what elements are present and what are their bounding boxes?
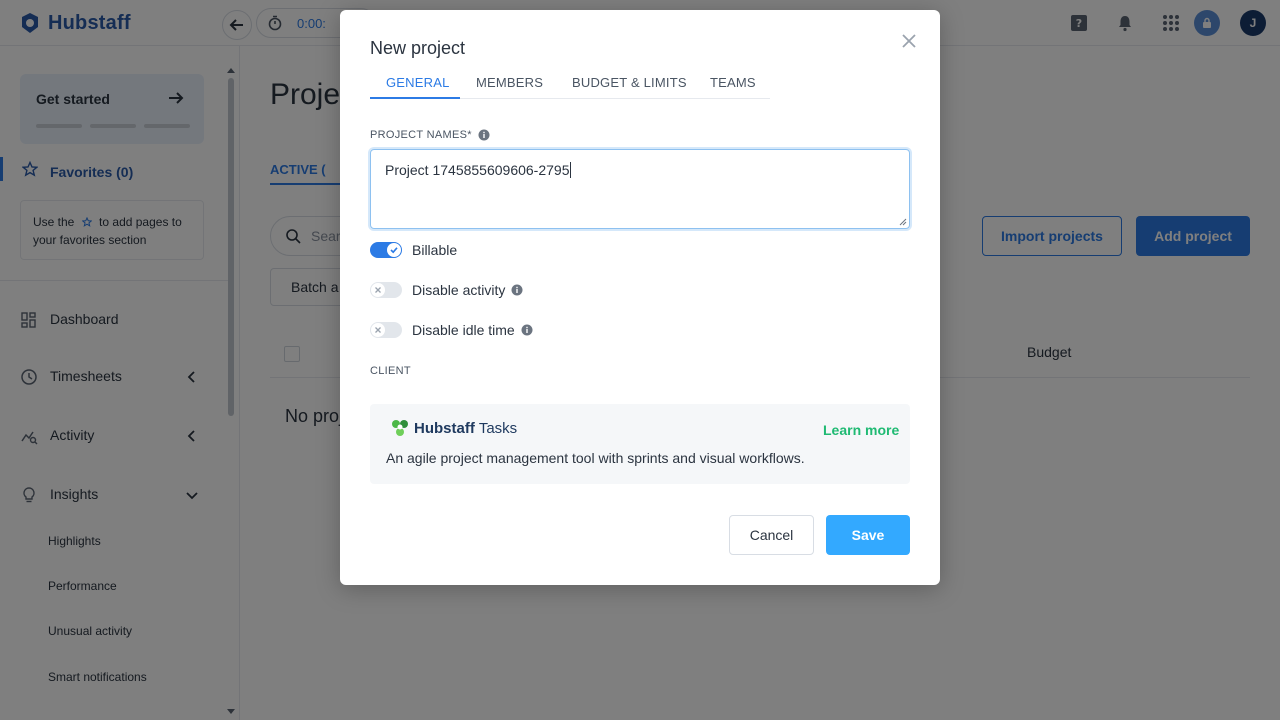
- learn-more-link[interactable]: Learn more: [823, 422, 899, 438]
- text-caret: [569, 162, 571, 178]
- toggle-knob: [387, 243, 401, 257]
- modal-title: New project: [370, 38, 466, 58]
- tab-members[interactable]: MEMBERS: [476, 75, 543, 90]
- billable-toggle-row: Billable: [370, 239, 457, 261]
- save-button[interactable]: Save: [826, 515, 910, 555]
- cancel-button[interactable]: Cancel: [729, 515, 814, 555]
- disable-idle-time-label: Disable idle time: [412, 322, 515, 338]
- disable-idle-time-toggle[interactable]: [370, 322, 402, 338]
- tasks-description: An agile project management tool with sp…: [386, 450, 805, 466]
- resize-handle-icon[interactable]: [899, 218, 907, 226]
- hubstaff-tasks-promo: Hubstaff Tasks Learn more An agile proje…: [370, 404, 910, 484]
- close-icon[interactable]: [899, 31, 919, 51]
- active-tab-indicator: [370, 97, 460, 99]
- client-label: CLIENT: [370, 365, 411, 377]
- modal-tabs: GENERAL MEMBERS BUDGET & LIMITS TEAMS: [370, 67, 770, 99]
- info-icon[interactable]: [478, 129, 490, 141]
- hubstaff-tasks-logo: Hubstaff Tasks: [390, 418, 517, 438]
- disable-activity-toggle[interactable]: [370, 282, 402, 298]
- disable-activity-label: Disable activity: [412, 282, 506, 298]
- tab-teams[interactable]: TEAMS: [710, 75, 756, 90]
- disable-activity-toggle-row: Disable activity: [370, 279, 523, 301]
- toggle-knob: [371, 283, 385, 297]
- billable-toggle[interactable]: [370, 242, 402, 258]
- x-icon: [375, 327, 381, 333]
- info-icon[interactable]: [511, 284, 523, 296]
- project-name-value: Project 1745855609606-2795: [385, 162, 570, 178]
- tasks-brand: Hubstaff: [414, 419, 475, 437]
- project-names-label-text: PROJECT NAMES*: [370, 129, 472, 141]
- tab-budget-limits[interactable]: BUDGET & LIMITS: [572, 75, 687, 90]
- check-icon: [390, 247, 398, 254]
- new-project-modal: New project GENERAL MEMBERS BUDGET & LIM…: [340, 10, 940, 585]
- disable-idle-time-toggle-row: Disable idle time: [370, 319, 533, 341]
- info-icon[interactable]: [521, 324, 533, 336]
- toggle-knob: [371, 323, 385, 337]
- project-names-input[interactable]: Project 1745855609606-2795: [370, 149, 910, 229]
- hubstaff-tasks-logo-icon: [392, 420, 408, 436]
- billable-label: Billable: [412, 242, 458, 258]
- tab-general[interactable]: GENERAL: [386, 75, 450, 90]
- project-names-label: PROJECT NAMES*: [370, 129, 490, 141]
- tasks-product: Tasks: [478, 419, 518, 437]
- x-icon: [375, 287, 381, 293]
